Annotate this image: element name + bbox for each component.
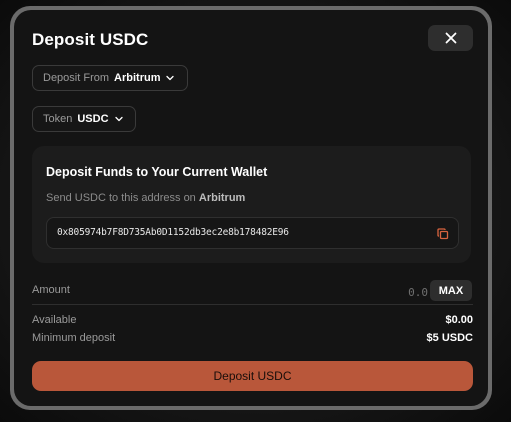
card-title: Deposit Funds to Your Current Wallet <box>46 165 268 179</box>
wallet-address[interactable]: 0x805974b7F8D735Ab0D1152db3ec2e8b178482E… <box>57 227 289 238</box>
address-box: 0x805974b7F8D735Ab0D1152db3ec2e8b178482E… <box>46 217 459 249</box>
available-label: Available <box>32 314 77 326</box>
card-subtitle-network: Arbitrum <box>198 192 246 204</box>
card-subtitle-prefix: Send USDC to this address on <box>46 192 196 204</box>
card-subtitle: Send USDC to this address on Arbitrum <box>46 192 245 204</box>
amount-input[interactable] <box>354 284 428 300</box>
deposit-from-value: Arbitrum <box>114 72 161 84</box>
copy-icon[interactable] <box>437 227 449 245</box>
minimum-deposit-label: Minimum deposit <box>32 332 116 344</box>
close-icon <box>445 32 456 44</box>
deposit-from-dropdown[interactable]: Deposit From Arbitrum <box>32 65 188 91</box>
token-value: USDC <box>77 113 109 125</box>
token-label: Token <box>43 113 73 125</box>
available-value: $0.00 <box>445 314 473 326</box>
deposit-from-label: Deposit From <box>43 72 110 84</box>
chevron-down-icon <box>166 75 175 81</box>
token-dropdown[interactable]: Token USDC <box>32 106 136 132</box>
deposit-usdc-button[interactable]: Deposit USDC <box>32 361 473 391</box>
max-button[interactable]: MAX <box>430 280 472 301</box>
amount-divider <box>32 304 473 305</box>
deposit-modal: Deposit USDC Deposit From Arbitrum Token… <box>14 10 488 406</box>
minimum-deposit-value: $5 USDC <box>426 332 473 344</box>
chevron-down-icon <box>114 116 123 122</box>
amount-label: Amount <box>32 284 70 296</box>
modal-title: Deposit USDC <box>32 30 149 49</box>
close-button[interactable] <box>428 25 473 51</box>
